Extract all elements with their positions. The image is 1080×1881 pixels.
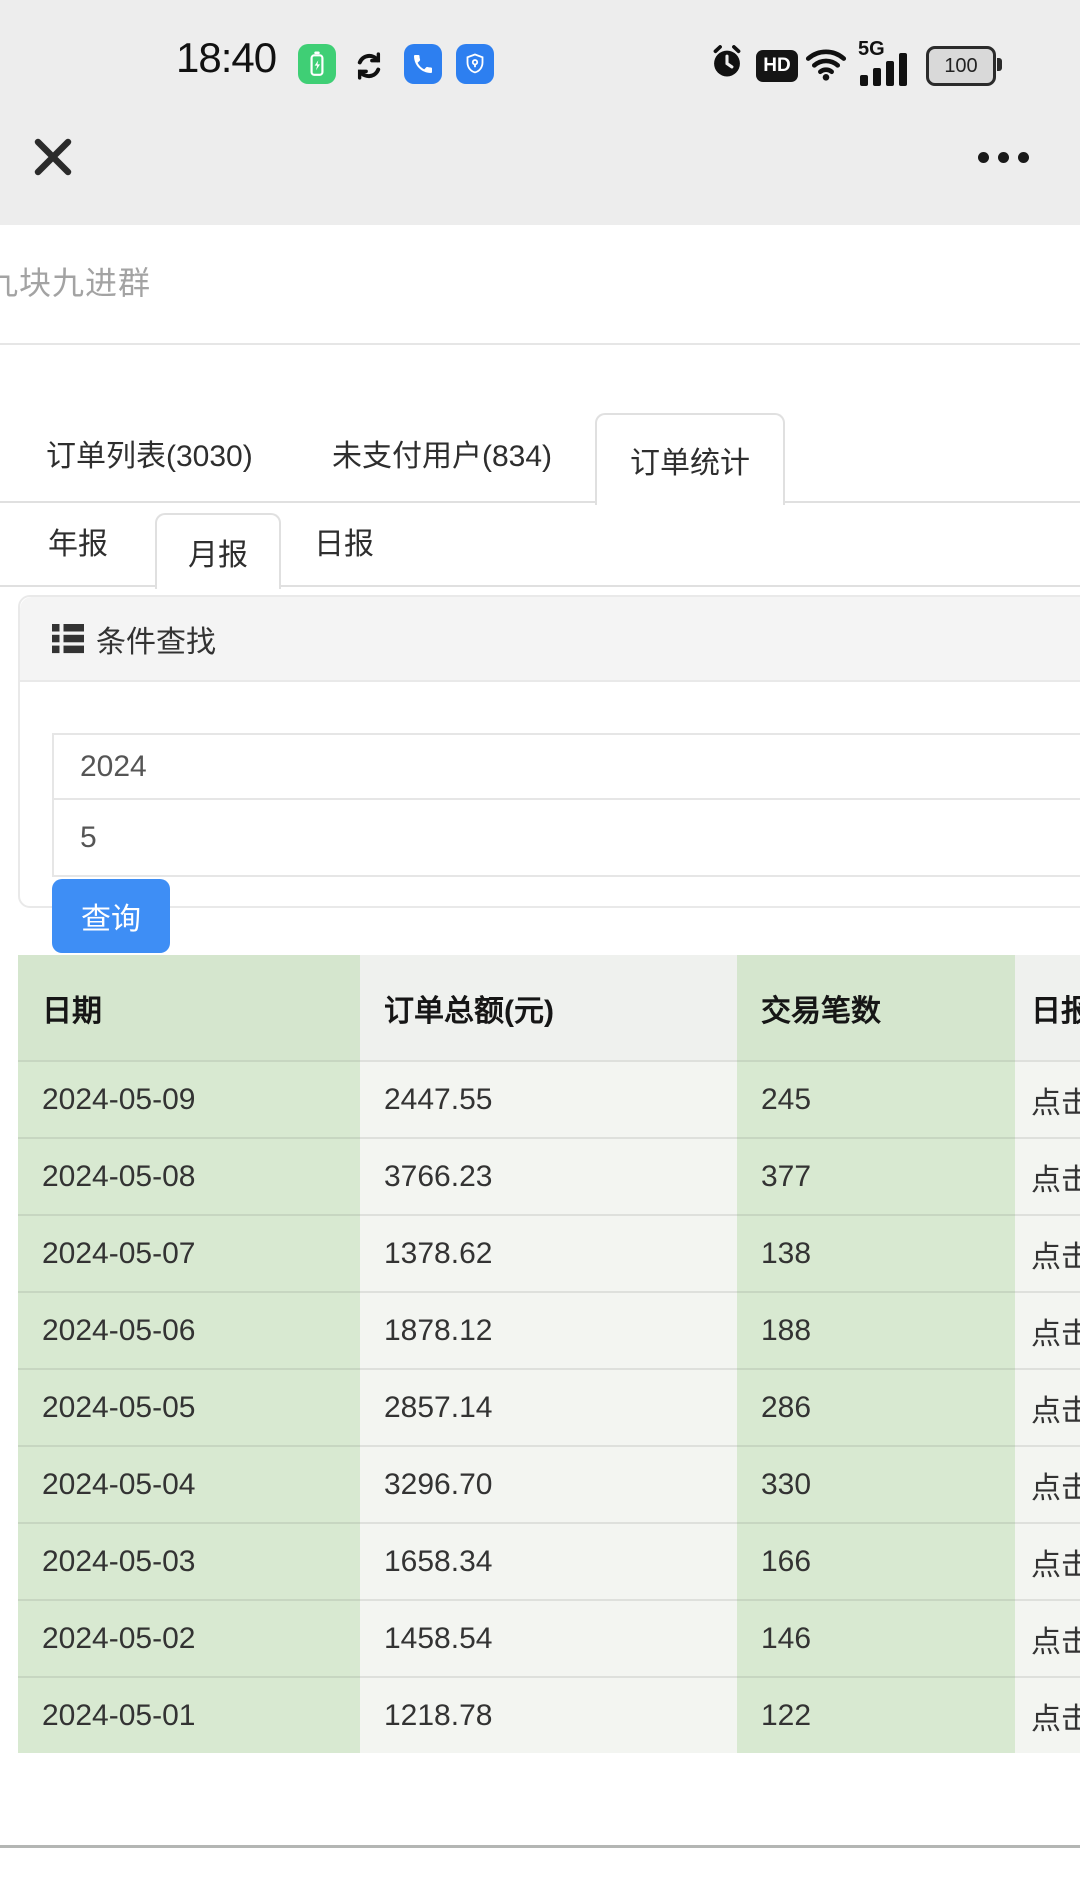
table-row: 2024-05-08 3766.23 377 点击 bbox=[18, 1137, 1080, 1214]
cell-report-link[interactable]: 点击 bbox=[1015, 1445, 1080, 1522]
cell-count: 377 bbox=[737, 1137, 1015, 1214]
tab-order-list[interactable]: 订单列表(3030) bbox=[46, 413, 253, 501]
tab-order-stats[interactable]: 订单统计 bbox=[595, 413, 785, 505]
cell-count: 330 bbox=[737, 1445, 1015, 1522]
table-row: 2024-05-05 2857.14 286 点击 bbox=[18, 1368, 1080, 1445]
header-date: 日期 bbox=[18, 955, 360, 1060]
cell-amount: 2857.14 bbox=[360, 1368, 737, 1445]
header-daily-report: 日报 bbox=[1015, 955, 1080, 1060]
cell-date: 2024-05-06 bbox=[18, 1291, 360, 1368]
subtab-daily[interactable]: 日报 bbox=[314, 505, 374, 585]
page-title: 九块九进群 bbox=[0, 258, 151, 304]
cell-report-link[interactable]: 点击 bbox=[1015, 1676, 1080, 1753]
month-input[interactable]: 5 bbox=[52, 800, 1080, 877]
cell-amount: 1458.54 bbox=[360, 1599, 737, 1676]
filter-panel-header[interactable]: 条件查找 bbox=[20, 597, 1080, 682]
shield-app-icon bbox=[456, 44, 494, 84]
battery-charging-app-icon bbox=[298, 44, 336, 84]
app-screen: 18:40 HD 5G 100 九块九进群 bbox=[0, 0, 1080, 1881]
bottom-divider bbox=[0, 1845, 1080, 1848]
main-tab-bar: 订单列表(3030) 未支付用户(834) 订单统计 bbox=[0, 345, 1080, 503]
cell-amount: 1658.34 bbox=[360, 1522, 737, 1599]
stats-table: 日期 订单总额(元) 交易笔数 日报 2024-05-09 2447.55 24… bbox=[18, 955, 1080, 1753]
cell-count: 138 bbox=[737, 1214, 1015, 1291]
report-tab-bar: 年报 月报 日报 bbox=[0, 505, 1080, 587]
table-row: 2024-05-06 1878.12 188 点击 bbox=[18, 1291, 1080, 1368]
cell-report-link[interactable]: 点击 bbox=[1015, 1368, 1080, 1445]
cell-count: 245 bbox=[737, 1060, 1015, 1137]
year-input[interactable]: 2024 bbox=[52, 733, 1080, 800]
cell-date: 2024-05-03 bbox=[18, 1522, 360, 1599]
close-icon[interactable] bbox=[28, 132, 78, 182]
cell-count: 166 bbox=[737, 1522, 1015, 1599]
cell-report-link[interactable]: 点击 bbox=[1015, 1214, 1080, 1291]
table-row: 2024-05-03 1658.34 166 点击 bbox=[18, 1522, 1080, 1599]
cell-amount: 1878.12 bbox=[360, 1291, 737, 1368]
cell-amount: 1218.78 bbox=[360, 1676, 737, 1753]
table-row: 2024-05-01 1218.78 122 点击 bbox=[18, 1676, 1080, 1753]
table-row: 2024-05-07 1378.62 138 点击 bbox=[18, 1214, 1080, 1291]
clock-time: 18:40 bbox=[176, 34, 276, 82]
cell-amount: 2447.55 bbox=[360, 1060, 737, 1137]
battery-indicator: 100 bbox=[926, 46, 996, 86]
cell-date: 2024-05-09 bbox=[18, 1060, 360, 1137]
header-amount: 订单总额(元) bbox=[360, 955, 737, 1060]
sync-icon bbox=[351, 49, 387, 88]
wifi-icon bbox=[804, 44, 848, 87]
table-row: 2024-05-02 1458.54 146 点击 bbox=[18, 1599, 1080, 1676]
cell-amount: 1378.62 bbox=[360, 1214, 737, 1291]
query-button[interactable]: 查询 bbox=[52, 879, 170, 953]
cell-amount: 3296.70 bbox=[360, 1445, 737, 1522]
subtab-monthly[interactable]: 月报 bbox=[155, 513, 281, 589]
status-bar: 18:40 HD 5G 100 bbox=[0, 0, 1080, 225]
filter-panel-title: 条件查找 bbox=[96, 617, 216, 661]
cell-report-link[interactable]: 点击 bbox=[1015, 1599, 1080, 1676]
alarm-icon bbox=[708, 42, 746, 87]
cell-report-link[interactable]: 点击 bbox=[1015, 1291, 1080, 1368]
cell-count: 146 bbox=[737, 1599, 1015, 1676]
header-count: 交易笔数 bbox=[737, 955, 1015, 1060]
cell-report-link[interactable]: 点击 bbox=[1015, 1522, 1080, 1599]
cell-date: 2024-05-04 bbox=[18, 1445, 360, 1522]
cell-date: 2024-05-07 bbox=[18, 1214, 360, 1291]
cell-date: 2024-05-05 bbox=[18, 1368, 360, 1445]
cell-date: 2024-05-02 bbox=[18, 1599, 360, 1676]
list-icon bbox=[52, 623, 84, 654]
signal-bars-icon bbox=[858, 52, 916, 86]
signal-5g-icon: 5G bbox=[858, 38, 916, 86]
table-row: 2024-05-04 3296.70 330 点击 bbox=[18, 1445, 1080, 1522]
table-row: 2024-05-09 2447.55 245 点击 bbox=[18, 1060, 1080, 1137]
phone-app-icon bbox=[404, 44, 442, 84]
cell-count: 122 bbox=[737, 1676, 1015, 1753]
cell-report-link[interactable]: 点击 bbox=[1015, 1060, 1080, 1137]
subtab-yearly[interactable]: 年报 bbox=[48, 505, 108, 585]
cell-count: 188 bbox=[737, 1291, 1015, 1368]
table-header-row: 日期 订单总额(元) 交易笔数 日报 bbox=[18, 955, 1080, 1060]
hd-badge: HD bbox=[756, 50, 798, 82]
cell-date: 2024-05-01 bbox=[18, 1676, 360, 1753]
filter-panel: 条件查找 2024 5 查询 bbox=[18, 595, 1080, 908]
cell-report-link[interactable]: 点击 bbox=[1015, 1137, 1080, 1214]
more-dots-icon[interactable] bbox=[978, 152, 1029, 163]
tab-unpaid-users[interactable]: 未支付用户(834) bbox=[332, 413, 552, 501]
cell-amount: 3766.23 bbox=[360, 1137, 737, 1214]
cell-count: 286 bbox=[737, 1368, 1015, 1445]
cell-date: 2024-05-08 bbox=[18, 1137, 360, 1214]
